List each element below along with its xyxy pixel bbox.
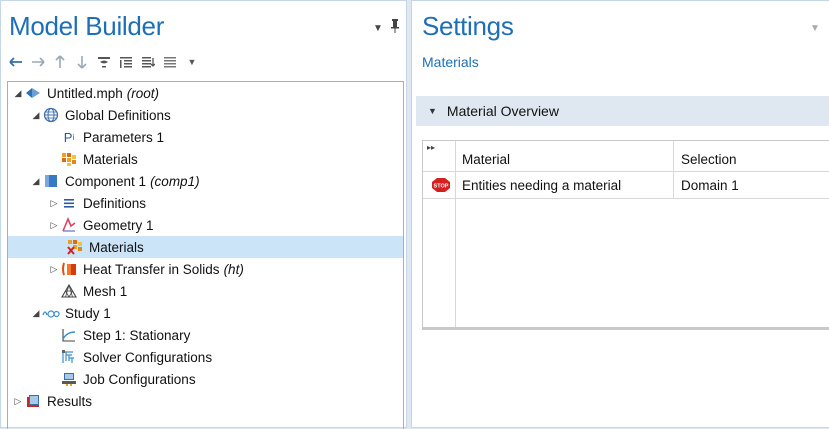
tree-node-tag: (comp1) <box>150 173 200 189</box>
tree-node-job-configurations[interactable]: Job Configurations <box>60 368 196 390</box>
column-divider <box>455 141 456 327</box>
table-bottom-border <box>422 328 829 330</box>
model-icon <box>24 85 42 101</box>
settings-panel: Settings ▼ Materials ▼ Material Overview… <box>411 0 829 428</box>
svg-text:STOP: STOP <box>434 184 449 190</box>
geometry-icon <box>60 217 78 233</box>
tree-node-label: Untitled.mph <box>47 85 123 101</box>
column-divider <box>673 141 674 198</box>
model-builder-title: Model Builder <box>9 11 165 41</box>
tree-node-label: Component 1 <box>65 173 147 189</box>
tree-node-geometry[interactable]: ▷ Geometry 1 <box>48 214 154 236</box>
tree-node-global-definitions[interactable]: ◢ Global Definitions <box>30 104 171 126</box>
section-title: Material Overview <box>446 103 559 119</box>
tree-node-component[interactable]: ◢ Component 1 (comp1) <box>30 170 200 192</box>
model-builder-panel: Model Builder ▼ ▼ ◢ Untitled.mph (root) ◢… <box>0 0 407 429</box>
collapsed-twisty-icon[interactable]: ▷ <box>48 264 60 275</box>
definitions-icon <box>60 195 78 211</box>
heat-transfer-icon <box>60 261 78 277</box>
material-overview-table: ▸▸ Material Selection STOP Entities need… <box>422 140 829 328</box>
tree-node-root[interactable]: ◢ Untitled.mph (root) <box>12 82 160 104</box>
study-icon <box>42 305 60 321</box>
mesh-icon <box>60 283 78 299</box>
model-builder-toolbar: ▼ <box>9 53 199 71</box>
header-material[interactable]: Material <box>462 141 672 171</box>
pin-icon[interactable] <box>391 19 399 38</box>
results-icon <box>24 393 42 409</box>
collapse-section-icon[interactable]: ▼ <box>428 106 437 116</box>
tree-node-label: Study 1 <box>65 305 111 321</box>
cell-selection: Domain 1 <box>681 177 739 193</box>
show-icon[interactable] <box>97 54 111 70</box>
dropdown-icon[interactable]: ▼ <box>185 54 199 70</box>
tree-node-mesh[interactable]: Mesh 1 <box>60 280 127 302</box>
collapsed-twisty-icon[interactable]: ▷ <box>12 396 24 407</box>
expanded-twisty-icon[interactable]: ◢ <box>12 88 24 99</box>
tree-node-definitions[interactable]: ▷ Definitions <box>48 192 147 214</box>
tree-node-global-materials[interactable]: Materials <box>60 148 138 170</box>
material-overview-section[interactable]: ▼ Material Overview <box>416 96 829 126</box>
expand-columns-icon[interactable]: ▸▸ <box>427 141 453 171</box>
arrow-right-icon[interactable] <box>31 54 45 70</box>
tree-node-label: Geometry 1 <box>83 217 154 233</box>
tree-node-solver-configurations[interactable]: Solver Configurations <box>60 346 212 368</box>
table-header: ▸▸ Material Selection <box>423 141 829 172</box>
tree-node-label: Parameters 1 <box>83 129 165 145</box>
collapsed-twisty-icon[interactable]: ▷ <box>48 198 60 209</box>
stop-icon: STOP <box>432 172 452 198</box>
tree-node-heat-transfer[interactable]: ▷ Heat Transfer in Solids (ht) <box>48 258 244 280</box>
collapsed-twisty-icon[interactable]: ▷ <box>48 220 60 231</box>
expanded-twisty-icon[interactable]: ◢ <box>30 176 42 187</box>
tree-node-label: Heat Transfer in Solids <box>83 261 220 277</box>
expanded-twisty-icon[interactable]: ◢ <box>30 110 42 121</box>
cell-material: Entities needing a material <box>462 177 622 193</box>
panel-menu-icon[interactable]: ▼ <box>373 23 383 34</box>
tree-node-study[interactable]: ◢ Study 1 <box>30 302 111 324</box>
settings-title: Settings <box>422 11 514 41</box>
globe-icon <box>42 107 60 123</box>
component-icon <box>42 173 60 189</box>
tree-node-label: Materials <box>83 151 138 167</box>
materials-icon <box>60 151 78 167</box>
tree-node-label: Global Definitions <box>65 107 171 123</box>
tree-node-tag: (ht) <box>223 261 244 277</box>
list-icon[interactable] <box>163 54 177 70</box>
tree-node-label: Mesh 1 <box>83 283 128 299</box>
expanded-twisty-icon[interactable]: ◢ <box>30 308 42 319</box>
tree-node-label: Step 1: Stationary <box>83 327 191 343</box>
arrow-left-icon[interactable] <box>9 54 23 70</box>
materials-error-icon <box>66 239 84 255</box>
tree-node-parameters[interactable]: Pi Parameters 1 <box>60 126 164 148</box>
collapse-icon[interactable] <box>119 54 133 70</box>
tree-node-label: Materials <box>89 239 144 255</box>
table-row[interactable]: STOP Entities needing a material Domain … <box>423 172 829 199</box>
model-tree: ◢ Untitled.mph (root) ◢ Global Definition… <box>7 81 404 429</box>
expand-icon[interactable] <box>141 54 155 70</box>
tree-node-tag: (root) <box>126 85 160 101</box>
arrow-down-icon[interactable] <box>75 54 89 70</box>
panel-menu-icon[interactable]: ▼ <box>810 23 820 34</box>
tree-node-step[interactable]: Step 1: Stationary <box>60 324 190 346</box>
job-icon <box>60 371 78 387</box>
arrow-up-icon[interactable] <box>53 54 67 70</box>
stationary-icon <box>60 327 78 343</box>
parameters-icon: Pi <box>63 129 75 145</box>
tree-node-label: Solver Configurations <box>83 349 213 365</box>
tree-node-results[interactable]: ▷ Results <box>12 390 92 412</box>
solver-icon <box>60 349 78 365</box>
tree-node-label: Results <box>47 393 93 409</box>
settings-subtitle: Materials <box>422 54 479 70</box>
header-selection[interactable]: Selection <box>681 141 829 171</box>
tree-node-component-materials[interactable]: Materials <box>8 236 403 258</box>
tree-node-label: Definitions <box>83 195 147 211</box>
tree-node-label: Job Configurations <box>83 371 196 387</box>
